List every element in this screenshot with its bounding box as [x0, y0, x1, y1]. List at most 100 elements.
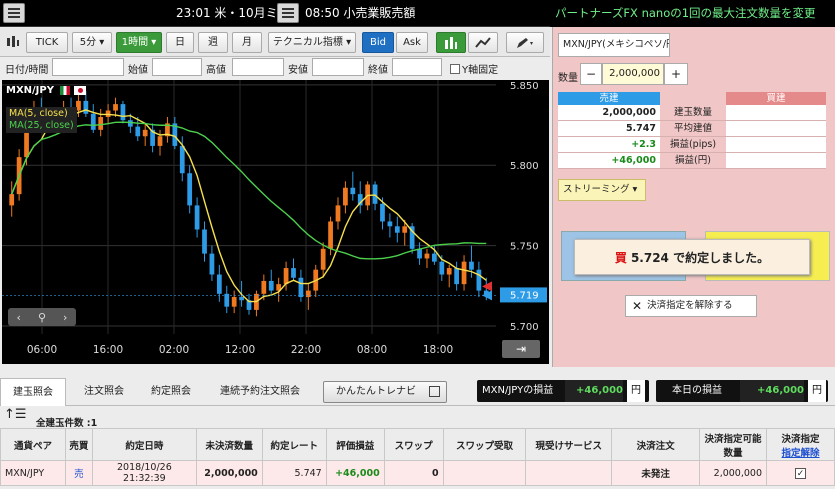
- column-header[interactable]: 通貨ペア: [0, 428, 66, 461]
- open-field: [152, 58, 202, 76]
- pair-select[interactable]: MXN/JPY(メキシコペソ/円): [558, 33, 670, 57]
- column-header[interactable]: 決済注文: [611, 428, 701, 461]
- tab-orders[interactable]: 注文照会: [72, 378, 136, 406]
- candle-body: [127, 120, 133, 127]
- column-header[interactable]: 約定日時: [91, 428, 197, 461]
- column-header[interactable]: 現受けサービス: [525, 428, 613, 461]
- column-header-label: スワップ受取: [455, 440, 513, 452]
- bid-button[interactable]: Bid: [362, 32, 394, 53]
- scroll-left-icon[interactable]: ‹: [17, 311, 21, 324]
- tab-executions[interactable]: 約定照会: [140, 378, 202, 406]
- ticker-text-1[interactable]: 23:01 米・10月ミ: [176, 0, 278, 27]
- cell-pl: +46,000: [325, 460, 385, 486]
- y-fixed-checkbox[interactable]: [450, 63, 460, 74]
- cell-pair: MXN/JPY: [0, 460, 66, 486]
- candle-body: [142, 129, 148, 137]
- zoom-search-icon[interactable]: ⚲: [38, 311, 46, 324]
- qty-plus-button[interactable]: +: [664, 63, 688, 85]
- scroll-right-icon[interactable]: ›: [63, 311, 67, 324]
- ma25-line: [11, 121, 487, 260]
- ma5-line: [11, 109, 487, 303]
- line-chart-button[interactable]: [468, 32, 498, 53]
- candle-body: [187, 173, 193, 206]
- draw-tool-button[interactable]: [506, 32, 544, 53]
- column-header[interactable]: 決済指定可能数量: [699, 428, 768, 461]
- candle-body: [335, 205, 341, 222]
- candle-chart-button[interactable]: [436, 32, 466, 53]
- easy-trade-navi-label: かんたんトレナビ: [336, 386, 416, 397]
- qty-minus-button[interactable]: −: [580, 63, 602, 85]
- candle-body: [120, 104, 126, 121]
- month-button[interactable]: 月: [232, 32, 262, 53]
- interval-5m-select[interactable]: 5分 ▾: [72, 32, 112, 53]
- summary-row: 2,000,000 建玉数量: [558, 105, 826, 121]
- column-header[interactable]: 約定レート: [261, 428, 327, 461]
- toast-buy-label: 買: [614, 250, 627, 265]
- buy-header: 買建: [726, 92, 826, 105]
- summary-sell-value: 2,000,000: [558, 105, 660, 120]
- today-pl-value: +46,000: [740, 380, 804, 402]
- summary-buy-value: [726, 121, 826, 136]
- column-header[interactable]: 未決済数量: [195, 428, 263, 461]
- candle-body: [432, 253, 437, 262]
- candle-body: [469, 261, 474, 270]
- y-tick-label: 5.750: [510, 242, 539, 253]
- candle-body: [76, 100, 81, 111]
- candle-body: [202, 229, 207, 254]
- jump-latest-icon[interactable]: ⇥: [502, 340, 540, 358]
- x-tick-label: 08:00: [357, 344, 387, 356]
- mexico-flag-icon: [60, 86, 70, 95]
- menu-icon[interactable]: [3, 3, 25, 23]
- qty-input[interactable]: 2,000,000: [602, 63, 664, 85]
- column-header[interactable]: スワップ: [383, 428, 444, 461]
- cancel-settlement-button[interactable]: ✕ 決済指定を解除する: [625, 295, 757, 317]
- sort-icon[interactable]: ↑☰: [4, 407, 27, 422]
- tab-positions[interactable]: 建玉照会: [0, 378, 66, 406]
- candle-body: [350, 187, 356, 195]
- day-button[interactable]: 日: [166, 32, 194, 53]
- y-fixed-toggle[interactable]: Y軸固定: [450, 61, 498, 76]
- ask-button[interactable]: Ask: [396, 32, 428, 53]
- candle-body: [90, 113, 96, 130]
- technical-indicator-select[interactable]: テクニカル指標 ▾: [268, 32, 356, 53]
- close-x-icon: ✕: [632, 299, 643, 313]
- column-header[interactable]: 売買: [64, 428, 93, 461]
- candle-body: [402, 226, 408, 233]
- streaming-select[interactable]: ストリーミング ▾: [558, 179, 646, 201]
- cell-swap-recv: [442, 460, 527, 486]
- cancel-designation-link[interactable]: 指定解除: [782, 448, 820, 459]
- tick-button[interactable]: TICK: [26, 32, 68, 53]
- candle-body: [454, 268, 460, 285]
- today-pl-unit: 円: [808, 380, 826, 402]
- announcement-banner[interactable]: パートナーズFX nanoの1回の最大注文数量を変更: [550, 0, 835, 27]
- ohlc-row: 日付/時間 始値 高値 安値 終値 Y軸固定: [0, 57, 550, 79]
- column-header[interactable]: 決済指定 指定解除: [766, 428, 835, 461]
- candle-body: [113, 104, 118, 111]
- table-row[interactable]: MXN/JPY 売 2018/10/26 21:32:39 2,000,000 …: [0, 460, 835, 486]
- high-field: [232, 58, 284, 76]
- easy-trade-navi-button[interactable]: かんたんトレナビ: [323, 381, 447, 403]
- cell-settle-check[interactable]: ✓: [766, 460, 835, 486]
- column-header[interactable]: 評価損益: [325, 428, 385, 461]
- tab-continuous-orders[interactable]: 連続予約注文照会: [208, 378, 312, 406]
- settle-checkbox[interactable]: ✓: [795, 467, 806, 479]
- y-tick-label: 5.800: [510, 161, 539, 172]
- x-tick-label: 12:00: [225, 344, 255, 356]
- summary-label: 平均建値: [660, 121, 726, 136]
- week-button[interactable]: 週: [198, 32, 228, 53]
- column-header[interactable]: スワップ受取: [442, 428, 527, 461]
- interval-1h-select[interactable]: 1時間 ▾: [116, 32, 162, 53]
- current-price-label: 5.719: [510, 290, 539, 301]
- ticker-text-2[interactable]: 08:50 小売業販売額: [305, 0, 415, 27]
- summary-label: 損益(円): [660, 153, 726, 168]
- candle-body: [268, 280, 274, 291]
- price-chart[interactable]: MXN/JPY MA(5, close) MA(25, close) ‹ ⚲ ›: [2, 80, 496, 334]
- menu-icon-2[interactable]: [277, 3, 299, 23]
- candle-body: [224, 293, 230, 307]
- candle-body: [179, 145, 185, 174]
- cell-settle-order: 未発注: [611, 460, 701, 486]
- position-count: 全建玉件数 :1: [36, 418, 98, 429]
- candlestick-icon[interactable]: [6, 35, 20, 49]
- summary-label: 建玉数量: [660, 105, 726, 120]
- japan-flag-icon: [74, 86, 86, 95]
